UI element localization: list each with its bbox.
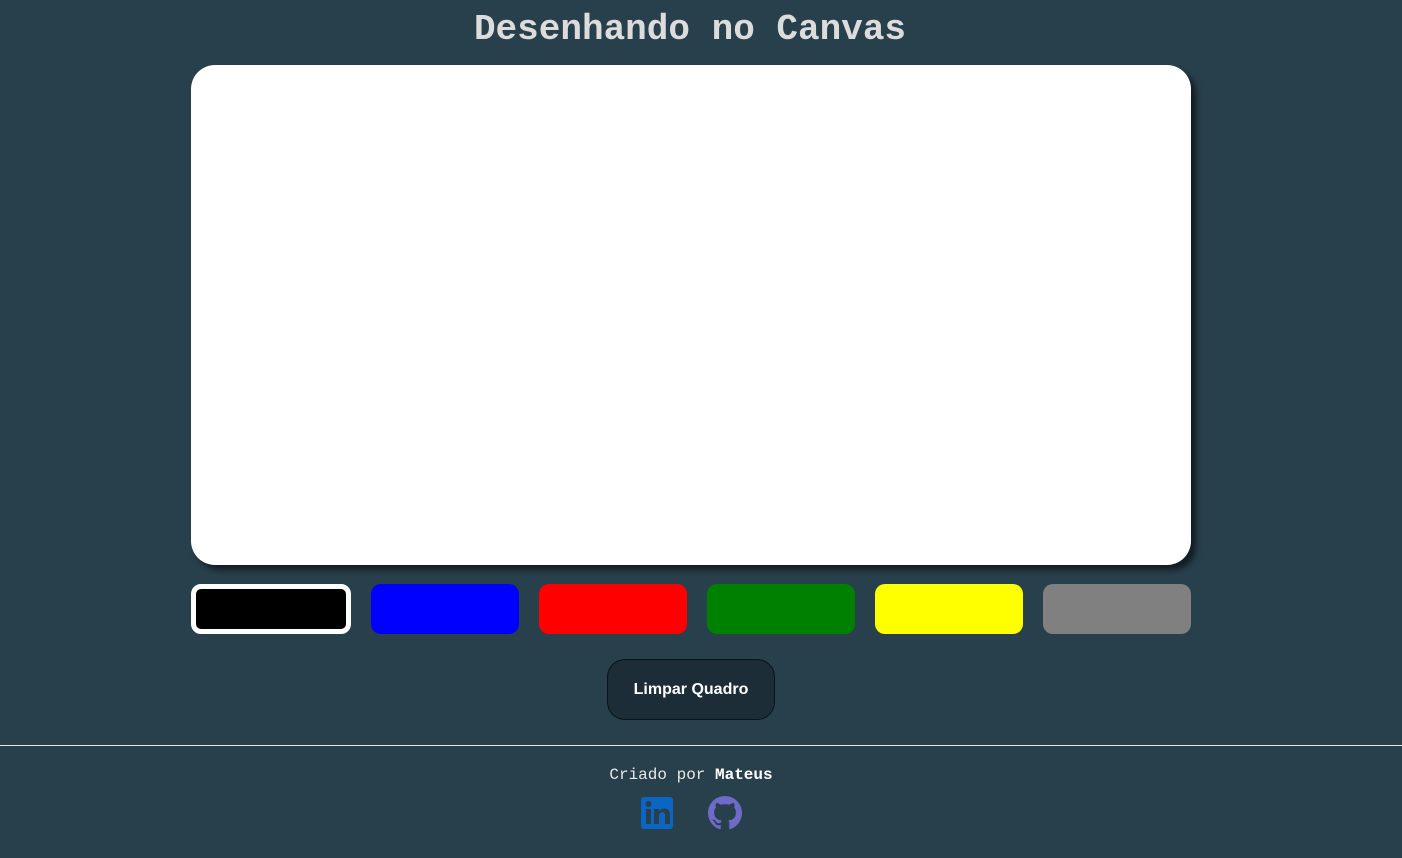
color-swatch-green[interactable] (707, 584, 855, 634)
page: Desenhando no Canvas Limpar Quadro Criad… (0, 0, 1402, 858)
github-icon (708, 796, 742, 830)
linkedin-icon (641, 797, 673, 829)
drawing-canvas[interactable] (191, 65, 1191, 565)
author-name: Mateus (715, 766, 773, 784)
color-swatch-blue[interactable] (371, 584, 519, 634)
color-swatch-black[interactable] (191, 584, 351, 634)
page-title: Desenhando no Canvas (473, 9, 907, 50)
footer-divider (0, 745, 1402, 746)
color-swatch-red[interactable] (539, 584, 687, 634)
linkedin-link[interactable] (640, 796, 674, 830)
clear-board-button[interactable]: Limpar Quadro (607, 659, 775, 720)
github-link[interactable] (708, 796, 742, 830)
footer-credits: Criado por Mateus (0, 765, 1382, 785)
social-links (0, 796, 1382, 832)
color-swatch-gray[interactable] (1043, 584, 1191, 634)
color-palette (191, 584, 1191, 634)
credit-prefix: Criado por (609, 766, 706, 784)
color-swatch-yellow[interactable] (875, 584, 1023, 634)
